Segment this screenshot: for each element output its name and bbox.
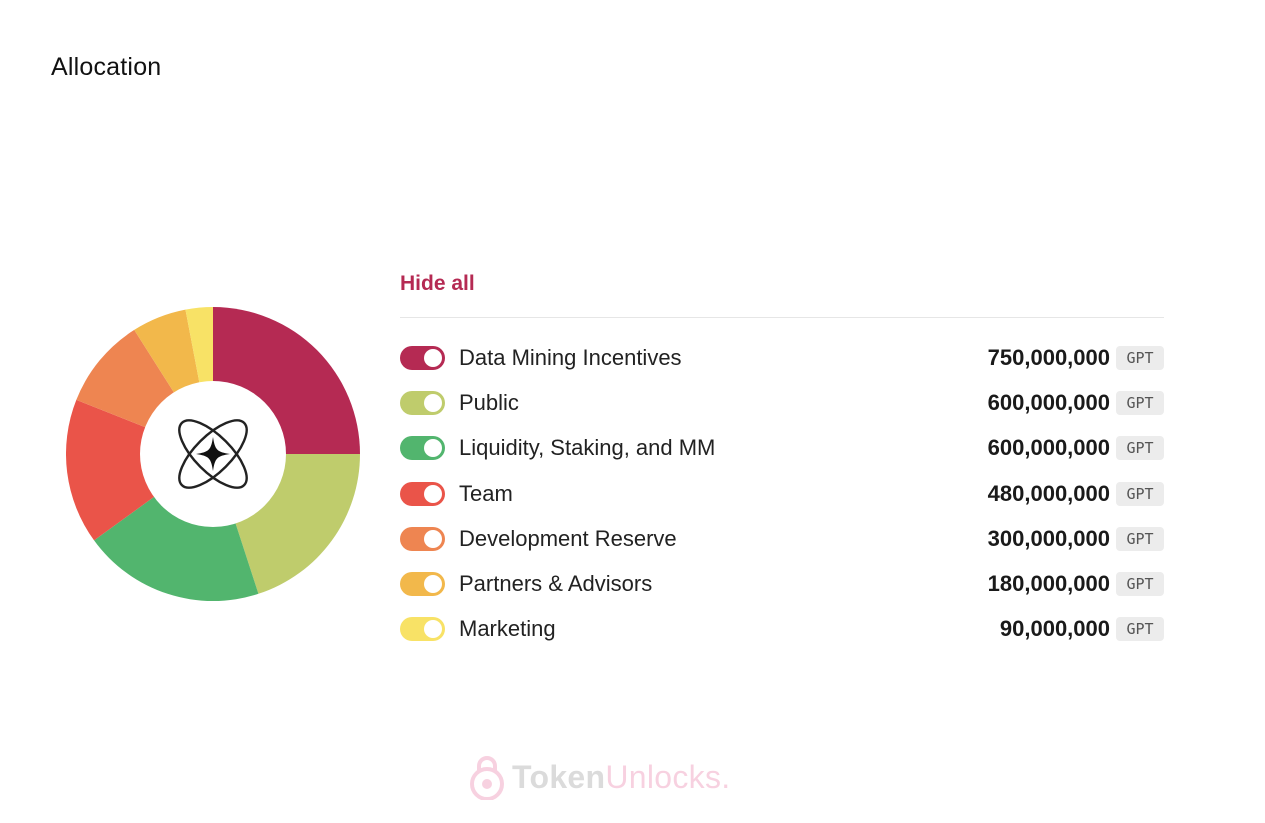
unit-badge: GPT (1116, 526, 1164, 551)
legend-divider (400, 317, 1164, 318)
series-toggle[interactable] (400, 617, 445, 642)
toggle-knob (424, 620, 442, 639)
lock-logo-icon (470, 756, 504, 800)
legend-row: Data Mining Incentives 750,000,000 GPT (400, 335, 1164, 380)
series-label: Team (459, 480, 513, 506)
series-label: Data Mining Incentives (459, 344, 682, 370)
donut-svg (66, 307, 360, 601)
toggle-knob (424, 348, 442, 367)
watermark-token: Token (512, 758, 606, 795)
legend-row: Liquidity, Staking, and MM 600,000,000 GPT (400, 426, 1164, 471)
watermark-dot: . (721, 758, 731, 795)
series-label: Development Reserve (459, 525, 677, 551)
series-toggle[interactable] (400, 436, 445, 461)
tokenunlocks-watermark: TokenUnlocks. (470, 754, 730, 800)
legend-rows: Data Mining Incentives 750,000,000 GPT Publ… (400, 335, 1164, 652)
series-amount: 750,000,000 (987, 344, 1110, 370)
unit-badge: GPT (1116, 481, 1164, 506)
unit-badge: GPT (1116, 436, 1164, 461)
series-toggle[interactable] (400, 390, 445, 415)
series-toggle[interactable] (400, 572, 445, 597)
legend-row: Development Reserve 300,000,000 GPT (400, 516, 1164, 561)
toggle-knob (424, 484, 442, 503)
legend-row: Public 600,000,000 GPT (400, 380, 1164, 425)
toggle-knob (424, 575, 442, 594)
series-label: Partners & Advisors (459, 571, 653, 597)
series-amount: 600,000,000 (987, 389, 1110, 415)
toggle-knob (424, 529, 442, 548)
series-toggle[interactable] (400, 345, 445, 370)
series-amount: 300,000,000 (987, 525, 1110, 551)
legend-row: Team 480,000,000 GPT (400, 471, 1164, 516)
page-title: Allocation (51, 53, 162, 81)
series-label: Liquidity, Staking, and MM (459, 435, 716, 461)
series-label: Public (459, 389, 519, 415)
series-amount: 90,000,000 (999, 616, 1110, 642)
unit-badge: GPT (1116, 390, 1164, 415)
series-label: Marketing (459, 616, 556, 642)
series-amount: 600,000,000 (987, 435, 1110, 461)
watermark-unlocks: Unlocks (605, 758, 722, 795)
unit-badge: GPT (1116, 345, 1164, 370)
legend-row: Marketing 90,000,000 GPT (400, 607, 1164, 652)
allocation-legend: Hide all Data Mining Incentives 750,000,0… (400, 268, 1164, 642)
toggle-knob (424, 393, 442, 412)
toggle-knob (424, 439, 442, 458)
hide-all-button[interactable]: Hide all (400, 268, 475, 300)
series-toggle[interactable] (400, 481, 445, 506)
legend-row: Partners & Advisors 180,000,000 GPT (400, 561, 1164, 606)
series-amount: 180,000,000 (987, 571, 1110, 597)
series-toggle[interactable] (400, 526, 445, 551)
allocation-donut-chart (66, 307, 360, 601)
series-amount: 480,000,000 (987, 480, 1110, 506)
unit-badge: GPT (1116, 617, 1164, 642)
unit-badge: GPT (1116, 572, 1164, 597)
